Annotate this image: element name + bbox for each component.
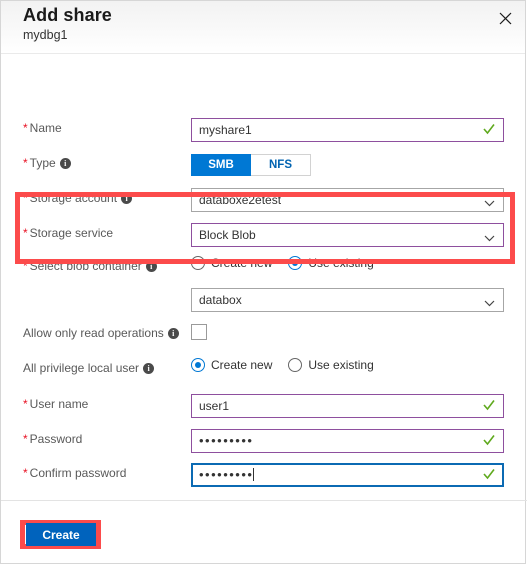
label-text: Storage service bbox=[29, 226, 114, 240]
label-type: * Type i bbox=[23, 156, 71, 170]
radio-user-create-new[interactable]: Create new bbox=[191, 358, 272, 372]
radio-label: Use existing bbox=[308, 358, 374, 372]
type-toggle-group: SMB NFS bbox=[191, 154, 311, 176]
user-name-input[interactable]: user1 bbox=[191, 394, 504, 418]
form-row-storage-account: * Storage account i databoxe2etest bbox=[1, 184, 527, 218]
info-icon[interactable]: i bbox=[121, 193, 133, 204]
form-row-storage-service: * Storage service Block Blob bbox=[1, 219, 527, 253]
add-share-panel: Add share mydbg1 * Name myshare1 * Type … bbox=[0, 0, 527, 564]
type-option-nfs[interactable]: NFS bbox=[251, 154, 311, 176]
blob-container-wrap: databox bbox=[191, 288, 504, 312]
confirm-password-value: ••••••••• bbox=[199, 467, 254, 482]
name-field-wrap: myshare1 bbox=[191, 118, 504, 142]
required-asterisk: * bbox=[23, 259, 28, 273]
blob-container-radio-group: Create new Use existing bbox=[191, 256, 390, 270]
required-asterisk: * bbox=[23, 432, 28, 446]
radio-label: Use existing bbox=[308, 256, 374, 270]
radio-circle-icon bbox=[288, 256, 303, 270]
label-text: Storage account bbox=[29, 191, 118, 205]
password-wrap: ••••••••• bbox=[191, 429, 504, 453]
info-icon[interactable]: i bbox=[143, 363, 155, 374]
info-icon[interactable]: i bbox=[59, 158, 71, 169]
storage-service-select[interactable]: Block Blob bbox=[191, 223, 504, 247]
footer-divider bbox=[1, 500, 527, 501]
label-user-name: * User name bbox=[23, 397, 88, 411]
close-button[interactable] bbox=[489, 3, 521, 33]
radio-user-use-existing[interactable]: Use existing bbox=[288, 358, 374, 372]
form-row-read-only: Allow only read operations i bbox=[1, 319, 527, 353]
local-user-radio-group: Create new Use existing bbox=[191, 358, 390, 372]
required-asterisk: * bbox=[23, 191, 28, 205]
page-title: Add share bbox=[23, 5, 112, 25]
form-row-local-user: All privilege local user i Create new Use… bbox=[1, 354, 527, 388]
panel-header: Add share mydbg1 bbox=[1, 1, 525, 54]
radio-circle-icon bbox=[191, 256, 205, 270]
label-confirm-password: * Confirm password bbox=[23, 466, 126, 480]
label-text: Confirm password bbox=[29, 466, 127, 480]
confirm-password-input[interactable]: ••••••••• bbox=[191, 463, 504, 487]
form-row-blob-container-select: databox bbox=[1, 286, 527, 320]
storage-service-wrap: Block Blob bbox=[191, 223, 504, 247]
storage-account-select[interactable]: databoxe2etest bbox=[191, 188, 504, 212]
radio-blob-use-existing[interactable]: Use existing bbox=[288, 256, 374, 270]
label-text: Password bbox=[29, 432, 83, 446]
close-icon bbox=[499, 12, 512, 25]
radio-blob-create-new[interactable]: Create new bbox=[191, 256, 272, 270]
label-text: Allow only read operations bbox=[23, 326, 164, 340]
read-only-checkbox[interactable] bbox=[191, 324, 207, 340]
page-subtitle: mydbg1 bbox=[23, 28, 68, 42]
form-row-confirm-password: * Confirm password ••••••••• bbox=[1, 459, 527, 493]
required-asterisk: * bbox=[23, 156, 28, 170]
radio-label: Create new bbox=[211, 358, 273, 372]
required-asterisk: * bbox=[23, 226, 28, 240]
label-text: Select blob container bbox=[29, 259, 142, 273]
blob-container-select[interactable]: databox bbox=[191, 288, 504, 312]
text-caret bbox=[253, 468, 255, 481]
required-asterisk: * bbox=[23, 466, 28, 480]
label-text: User name bbox=[29, 397, 89, 411]
password-input[interactable]: ••••••••• bbox=[191, 429, 504, 453]
radio-circle-icon bbox=[191, 358, 205, 372]
user-name-wrap: user1 bbox=[191, 394, 504, 418]
storage-account-wrap: databoxe2etest bbox=[191, 188, 504, 212]
label-text: Name bbox=[29, 121, 62, 135]
label-local-user: All privilege local user i bbox=[23, 361, 155, 375]
form-row-password: * Password ••••••••• bbox=[1, 425, 527, 459]
label-name: * Name bbox=[23, 121, 62, 135]
label-password: * Password bbox=[23, 432, 82, 446]
label-read-only: Allow only read operations i bbox=[23, 326, 179, 340]
name-input[interactable]: myshare1 bbox=[191, 118, 504, 142]
label-text: All privilege local user bbox=[23, 361, 140, 375]
form-row-type: * Type i SMB NFS bbox=[1, 149, 527, 183]
required-asterisk: * bbox=[23, 121, 28, 135]
label-storage-account: * Storage account i bbox=[23, 191, 133, 205]
required-asterisk: * bbox=[23, 397, 28, 411]
create-button[interactable]: Create bbox=[26, 523, 96, 546]
radio-circle-icon bbox=[288, 358, 303, 372]
label-blob-container: * Select blob container i bbox=[23, 259, 157, 273]
confirm-password-wrap: ••••••••• bbox=[191, 463, 504, 487]
label-storage-service: * Storage service bbox=[23, 226, 113, 240]
form-row-blob-container: * Select blob container i Create new Use e… bbox=[1, 252, 527, 286]
radio-label: Create new bbox=[211, 256, 273, 270]
type-option-smb[interactable]: SMB bbox=[191, 154, 251, 176]
info-icon[interactable]: i bbox=[167, 328, 179, 339]
form-row-name: * Name myshare1 bbox=[1, 114, 527, 148]
form-row-user-name: * User name user1 bbox=[1, 390, 527, 424]
info-icon[interactable]: i bbox=[145, 261, 157, 272]
label-text: Type bbox=[29, 156, 56, 170]
